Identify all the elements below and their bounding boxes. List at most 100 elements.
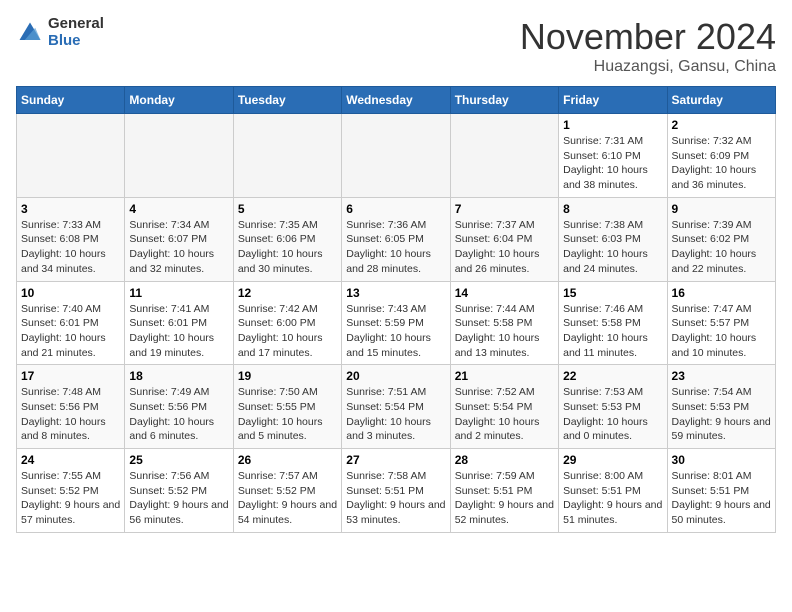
calendar-cell: 20 Sunrise: 7:51 AM Sunset: 5:54 PM Dayli… [342,365,450,449]
weekday-header-tuesday: Tuesday [233,87,341,114]
day-info: Sunrise: 7:46 AM Sunset: 5:58 PM Dayligh… [563,302,662,361]
calendar-cell: 25 Sunrise: 7:56 AM Sunset: 5:52 PM Dayli… [125,449,233,533]
day-number: 1 [563,118,662,132]
calendar-cell: 30 Sunrise: 8:01 AM Sunset: 5:51 PM Dayli… [667,449,775,533]
day-number: 24 [21,453,120,467]
logo: General Blue [16,16,104,49]
day-info: Sunrise: 7:53 AM Sunset: 5:53 PM Dayligh… [563,385,662,444]
calendar-cell [450,114,558,198]
calendar-cell: 15 Sunrise: 7:46 AM Sunset: 5:58 PM Dayli… [559,281,667,365]
calendar-cell: 22 Sunrise: 7:53 AM Sunset: 5:53 PM Dayli… [559,365,667,449]
calendar-cell [342,114,450,198]
weekday-header-monday: Monday [125,87,233,114]
day-number: 9 [672,202,771,216]
day-number: 7 [455,202,554,216]
calendar-week-2: 3 Sunrise: 7:33 AM Sunset: 6:08 PM Daylig… [17,197,776,281]
weekday-header-friday: Friday [559,87,667,114]
calendar-body: 1 Sunrise: 7:31 AM Sunset: 6:10 PM Daylig… [17,114,776,533]
day-info: Sunrise: 7:55 AM Sunset: 5:52 PM Dayligh… [21,469,120,528]
day-number: 28 [455,453,554,467]
day-number: 2 [672,118,771,132]
month-title: November 2024 [520,16,776,58]
calendar-week-3: 10 Sunrise: 7:40 AM Sunset: 6:01 PM Dayli… [17,281,776,365]
calendar-cell [125,114,233,198]
calendar-cell: 8 Sunrise: 7:38 AM Sunset: 6:03 PM Daylig… [559,197,667,281]
day-number: 13 [346,286,445,300]
day-info: Sunrise: 7:51 AM Sunset: 5:54 PM Dayligh… [346,385,445,444]
calendar-cell: 21 Sunrise: 7:52 AM Sunset: 5:54 PM Dayli… [450,365,558,449]
day-info: Sunrise: 7:35 AM Sunset: 6:06 PM Dayligh… [238,218,337,277]
calendar-cell: 10 Sunrise: 7:40 AM Sunset: 6:01 PM Dayli… [17,281,125,365]
day-info: Sunrise: 7:39 AM Sunset: 6:02 PM Dayligh… [672,218,771,277]
calendar-cell: 14 Sunrise: 7:44 AM Sunset: 5:58 PM Dayli… [450,281,558,365]
day-number: 19 [238,369,337,383]
day-number: 10 [21,286,120,300]
calendar-cell: 9 Sunrise: 7:39 AM Sunset: 6:02 PM Daylig… [667,197,775,281]
day-number: 21 [455,369,554,383]
day-info: Sunrise: 7:43 AM Sunset: 5:59 PM Dayligh… [346,302,445,361]
day-info: Sunrise: 7:37 AM Sunset: 6:04 PM Dayligh… [455,218,554,277]
weekday-header-saturday: Saturday [667,87,775,114]
day-number: 12 [238,286,337,300]
calendar-cell: 2 Sunrise: 7:32 AM Sunset: 6:09 PM Daylig… [667,114,775,198]
day-number: 8 [563,202,662,216]
day-info: Sunrise: 7:42 AM Sunset: 6:00 PM Dayligh… [238,302,337,361]
calendar-cell: 4Sunrise: 7:34 AM Sunset: 6:07 PM Daylig… [125,197,233,281]
day-number: 25 [129,453,228,467]
location-title: Huazangsi, Gansu, China [520,58,776,76]
day-info: Sunrise: 7:57 AM Sunset: 5:52 PM Dayligh… [238,469,337,528]
calendar-cell: 16Sunrise: 7:47 AM Sunset: 5:57 PM Dayli… [667,281,775,365]
calendar-cell: 13 Sunrise: 7:43 AM Sunset: 5:59 PM Dayli… [342,281,450,365]
logo-blue-text: Blue [48,33,104,50]
day-number: 3 [21,202,120,216]
day-info: Sunrise: 7:58 AM Sunset: 5:51 PM Dayligh… [346,469,445,528]
day-info: Sunrise: 7:33 AM Sunset: 6:08 PM Dayligh… [21,218,120,277]
calendar-cell: 23 Sunrise: 7:54 AM Sunset: 5:53 PM Dayli… [667,365,775,449]
day-info: Sunrise: 7:32 AM Sunset: 6:09 PM Dayligh… [672,134,771,193]
day-number: 22 [563,369,662,383]
day-info: Sunrise: 7:31 AM Sunset: 6:10 PM Dayligh… [563,134,662,193]
weekday-header-wednesday: Wednesday [342,87,450,114]
logo-icon [16,19,44,47]
title-area: November 2024 Huazangsi, Gansu, China [520,16,776,76]
day-info: Sunrise: 7:38 AM Sunset: 6:03 PM Dayligh… [563,218,662,277]
weekday-header-sunday: Sunday [17,87,125,114]
day-number: 18 [129,369,228,383]
calendar-cell: 27Sunrise: 7:58 AM Sunset: 5:51 PM Dayli… [342,449,450,533]
calendar-table: SundayMondayTuesdayWednesdayThursdayFrid… [16,86,776,533]
calendar-cell: 28 Sunrise: 7:59 AM Sunset: 5:51 PM Dayli… [450,449,558,533]
calendar-cell: 1 Sunrise: 7:31 AM Sunset: 6:10 PM Daylig… [559,114,667,198]
day-info: Sunrise: 8:00 AM Sunset: 5:51 PM Dayligh… [563,469,662,528]
calendar-cell: 5Sunrise: 7:35 AM Sunset: 6:06 PM Daylig… [233,197,341,281]
day-info: Sunrise: 7:40 AM Sunset: 6:01 PM Dayligh… [21,302,120,361]
day-number: 23 [672,369,771,383]
calendar-cell: 18 Sunrise: 7:49 AM Sunset: 5:56 PM Dayli… [125,365,233,449]
day-info: Sunrise: 7:50 AM Sunset: 5:55 PM Dayligh… [238,385,337,444]
day-info: Sunrise: 7:59 AM Sunset: 5:51 PM Dayligh… [455,469,554,528]
day-info: Sunrise: 7:54 AM Sunset: 5:53 PM Dayligh… [672,385,771,444]
day-number: 14 [455,286,554,300]
day-info: Sunrise: 7:52 AM Sunset: 5:54 PM Dayligh… [455,385,554,444]
calendar-cell: 3 Sunrise: 7:33 AM Sunset: 6:08 PM Daylig… [17,197,125,281]
day-info: Sunrise: 7:44 AM Sunset: 5:58 PM Dayligh… [455,302,554,361]
calendar-cell: 29Sunrise: 8:00 AM Sunset: 5:51 PM Dayli… [559,449,667,533]
day-info: Sunrise: 7:48 AM Sunset: 5:56 PM Dayligh… [21,385,120,444]
day-number: 15 [563,286,662,300]
day-info: Sunrise: 7:56 AM Sunset: 5:52 PM Dayligh… [129,469,228,528]
day-info: Sunrise: 8:01 AM Sunset: 5:51 PM Dayligh… [672,469,771,528]
day-number: 20 [346,369,445,383]
day-info: Sunrise: 7:36 AM Sunset: 6:05 PM Dayligh… [346,218,445,277]
day-info: Sunrise: 7:49 AM Sunset: 5:56 PM Dayligh… [129,385,228,444]
calendar-header: SundayMondayTuesdayWednesdayThursdayFrid… [17,87,776,114]
calendar-cell [17,114,125,198]
day-info: Sunrise: 7:41 AM Sunset: 6:01 PM Dayligh… [129,302,228,361]
header: General Blue November 2024 Huazangsi, Ga… [16,16,776,76]
day-number: 30 [672,453,771,467]
day-number: 26 [238,453,337,467]
calendar-cell: 19 Sunrise: 7:50 AM Sunset: 5:55 PM Dayli… [233,365,341,449]
day-number: 17 [21,369,120,383]
weekday-header-thursday: Thursday [450,87,558,114]
calendar-cell: 17 Sunrise: 7:48 AM Sunset: 5:56 PM Dayli… [17,365,125,449]
day-info: Sunrise: 7:34 AM Sunset: 6:07 PM Dayligh… [129,218,228,277]
day-number: 6 [346,202,445,216]
